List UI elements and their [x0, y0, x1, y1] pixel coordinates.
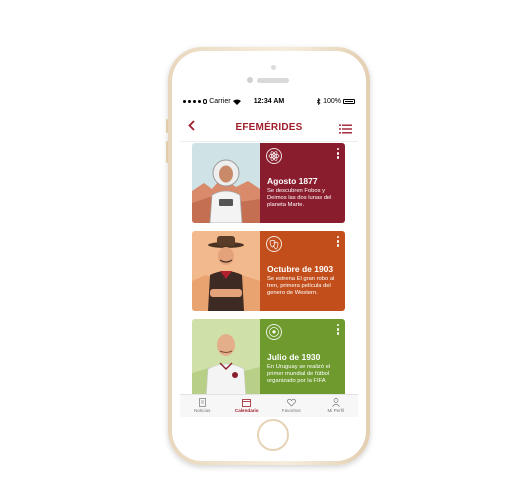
list-icon [339, 124, 352, 134]
more-options-icon[interactable] [337, 236, 340, 249]
app-screen: Carrier 12:34 AM 100% EFEMÉRIDES Agosto … [180, 95, 358, 417]
event-card[interactable]: Agosto 1877 Se descubren Fobos y Deimos … [192, 143, 345, 223]
volume-button [166, 141, 168, 163]
event-illustration-footballer [192, 319, 260, 399]
event-description: En Uruguay se realizó el primer mundial … [267, 364, 331, 384]
tab-label: Calendario [234, 408, 259, 413]
tab-bar: Noticias Calendario Favoritos Mi Perfil [180, 394, 358, 417]
news-icon [198, 398, 206, 407]
atom-icon [266, 148, 282, 164]
tab-label: Noticias [194, 408, 211, 413]
tab-mi-perfil[interactable]: Mi Perfil [314, 395, 359, 417]
app-header: EFEMÉRIDES [180, 111, 358, 142]
event-description: Se estrena El gran robo al tren, primera… [267, 276, 335, 296]
event-date: Julio de 1930 [267, 352, 321, 362]
proximity-sensor [271, 65, 276, 70]
event-date: Agosto 1877 [267, 176, 318, 186]
event-description: Se descubren Fobos y Deimos las dos luna… [267, 188, 332, 208]
heart-icon [286, 398, 296, 407]
event-illustration-cowboy [192, 231, 260, 311]
user-icon [331, 398, 340, 407]
event-illustration-astronaut [192, 143, 260, 223]
soccer-ball-icon [266, 324, 282, 340]
event-date: Octubre de 1903 [267, 264, 334, 274]
list-menu-button[interactable] [339, 121, 352, 134]
tab-calendario[interactable]: Calendario [225, 395, 270, 417]
battery-icon [343, 99, 355, 104]
volume-button [166, 119, 168, 133]
event-info: Agosto 1877 Se descubren Fobos y Deimos … [260, 143, 345, 223]
page-title: EFEMÉRIDES [235, 122, 303, 133]
event-card[interactable]: Julio de 1930 En Uruguay se realizó el p… [192, 319, 345, 399]
earpiece-speaker [257, 78, 289, 83]
battery-percent: 100% [323, 98, 341, 105]
tab-noticias[interactable]: Noticias [180, 395, 225, 417]
event-card[interactable]: Octubre de 1903 Se estrena El gran robo … [192, 231, 345, 311]
tab-label: Favoritos [281, 408, 301, 413]
tab-label: Mi Perfil [327, 408, 345, 413]
event-info: Julio de 1930 En Uruguay se realizó el p… [260, 319, 345, 399]
status-bar: Carrier 12:34 AM 100% [180, 95, 358, 109]
more-options-icon[interactable] [337, 148, 340, 161]
more-options-icon[interactable] [337, 324, 340, 337]
front-camera [247, 77, 253, 83]
theater-masks-icon [266, 236, 282, 252]
calendar-icon [242, 399, 252, 407]
tab-favoritos[interactable]: Favoritos [269, 395, 314, 417]
event-info: Octubre de 1903 Se estrena El gran robo … [260, 231, 345, 311]
home-button[interactable] [257, 419, 289, 451]
bluetooth-icon [317, 98, 321, 105]
